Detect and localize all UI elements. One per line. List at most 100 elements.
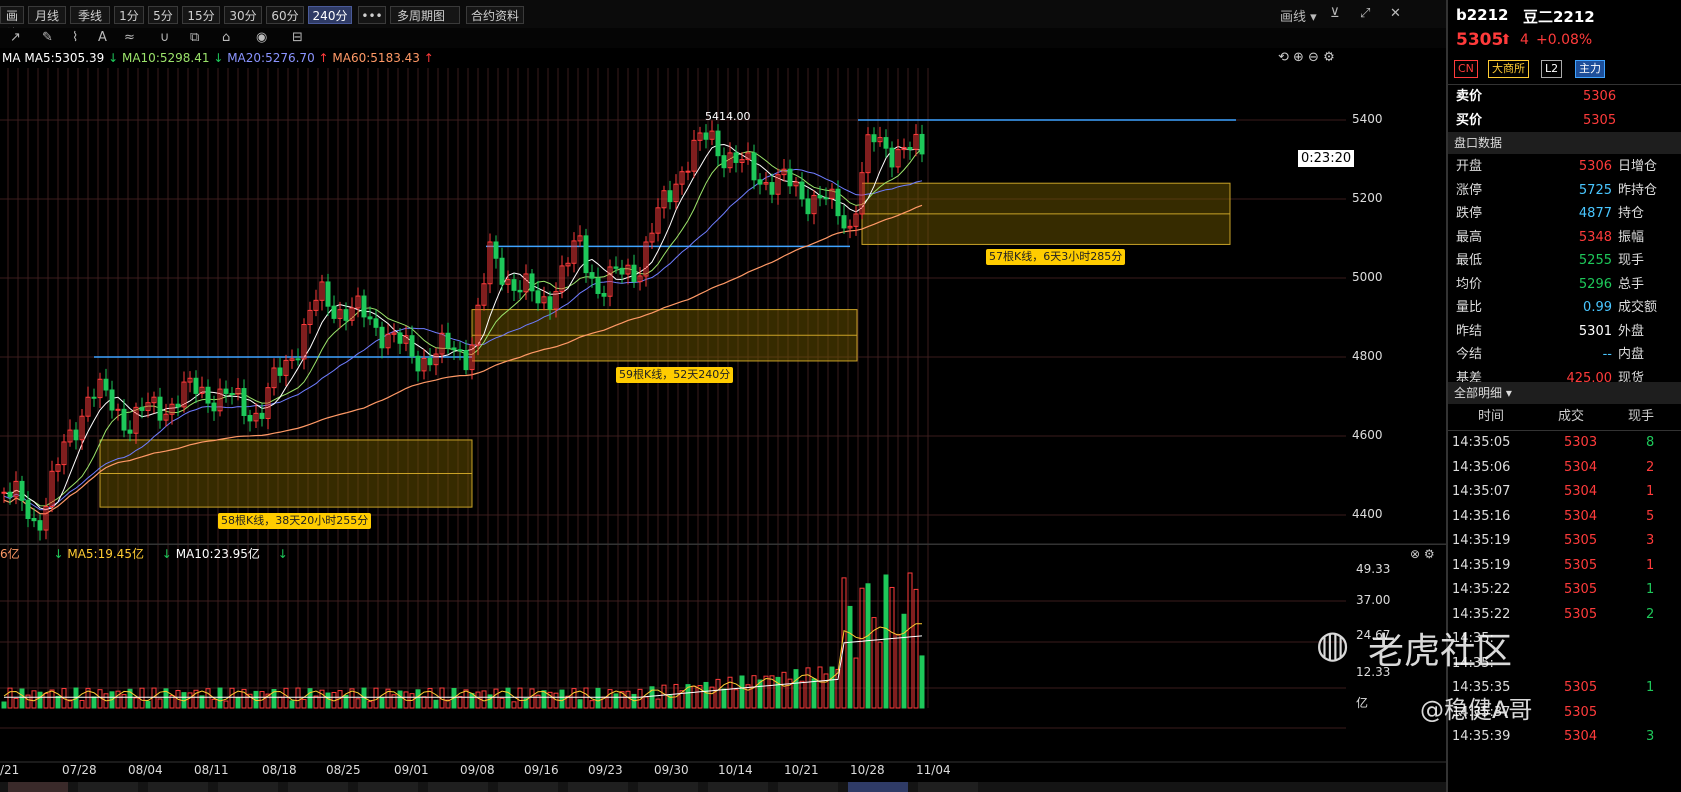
toolbar-item-5[interactable]: 15分: [182, 6, 220, 24]
magnet-icon[interactable]: ∪: [160, 30, 170, 48]
indicator-tab[interactable]: [848, 782, 908, 792]
sell-price: 5306: [1583, 89, 1617, 104]
volume-bar: [793, 669, 799, 709]
text-icon[interactable]: A: [98, 30, 107, 48]
volume-bar: [781, 671, 787, 709]
candle: [841, 215, 847, 229]
candle: [139, 406, 145, 411]
volume-bar: [397, 690, 403, 709]
volume-bar: [19, 688, 25, 709]
indicator-tab[interactable]: [358, 782, 418, 792]
candle: [121, 408, 127, 431]
panel-section-title: 盘口数据: [1448, 132, 1681, 154]
trade-row: 14:35:07 5304 1: [1452, 484, 1655, 499]
toolbar-item-4[interactable]: 5分: [148, 6, 178, 24]
candle: [259, 412, 265, 419]
toolbar-item-1[interactable]: 月线: [28, 6, 66, 24]
volume-bar: [865, 583, 871, 709]
date-tick: 10/28: [850, 763, 885, 777]
volume-bar: [289, 700, 295, 709]
toolbar-item-0[interactable]: 画线: [0, 6, 24, 41]
indicator-tab[interactable]: [778, 782, 838, 792]
date-tick: 10/21: [784, 763, 819, 777]
peak-label: 5414.00: [705, 110, 751, 123]
volume-close-icon[interactable]: ⊗ ⚙: [1410, 545, 1435, 563]
volume-bar: [919, 655, 925, 709]
indicator-tab[interactable]: [638, 782, 698, 792]
buy-price: 5305: [1583, 113, 1617, 128]
candle: [613, 266, 619, 269]
volume-bar: [277, 696, 283, 709]
indicator-tab[interactable]: [918, 782, 978, 792]
candle: [415, 355, 421, 372]
indicator-tab[interactable]: [78, 782, 138, 792]
candle: [127, 429, 133, 434]
toolbar-item-8[interactable]: 240分: [308, 6, 352, 24]
stat-row: 今结 -- 内盘: [1456, 347, 1645, 362]
instrument-tag: CN: [1454, 60, 1478, 78]
volume-bar: [421, 696, 427, 709]
candle: [91, 396, 97, 399]
volume-bar: [811, 678, 817, 709]
toolbar-item-10[interactable]: 多周期图: [390, 6, 460, 24]
detail-section-title[interactable]: 全部明细 ▾: [1448, 382, 1681, 404]
candle: [427, 357, 433, 366]
volume-bar: [37, 691, 43, 709]
tiger-logo-icon: ◍: [1316, 622, 1350, 666]
volume-bar: [367, 701, 373, 709]
indicator-tab[interactable]: [8, 782, 68, 792]
volume-bar: [733, 689, 739, 709]
indicator-tab[interactable]: [218, 782, 278, 792]
date-tick: 09/08: [460, 763, 495, 777]
candle: [529, 273, 535, 292]
price-tick: 4800: [1352, 349, 1383, 363]
instrument-tag: 主力: [1575, 60, 1605, 78]
volume-bar: [313, 695, 319, 709]
ma20-value: MA20:5276.70: [227, 51, 315, 65]
date-tick: 08/11: [194, 763, 229, 777]
ma60-value: MA60:5183.43: [332, 51, 420, 65]
delete-icon[interactable]: ⊟: [292, 30, 303, 48]
volume-bar: [187, 692, 193, 709]
indicator-tab[interactable]: [428, 782, 488, 792]
toolbar-item-11[interactable]: 合约资料: [466, 6, 524, 24]
indicator-tab[interactable]: [708, 782, 768, 792]
eye-icon[interactable]: ◉: [256, 30, 267, 48]
volume-bar: [97, 689, 103, 709]
volume-tick: 49.33: [1356, 562, 1391, 576]
measure-icon[interactable]: ≈: [124, 30, 135, 48]
pin-icon[interactable]: ⊻: [1330, 6, 1340, 24]
indicator-tabs[interactable]: [0, 782, 1446, 792]
toolbar-item-9[interactable]: •••: [358, 6, 386, 24]
indicator-tab[interactable]: [498, 782, 558, 792]
toolbar-item-7[interactable]: 60分: [266, 6, 304, 24]
indicator-tab[interactable]: [288, 782, 348, 792]
stat-row: 昨结 5301 外盘: [1456, 323, 1645, 339]
toolbar-item-3[interactable]: 1分: [114, 6, 144, 24]
volume-bar: [607, 689, 613, 709]
toolbar-item-2[interactable]: 季线: [70, 6, 110, 24]
countdown-label: 0:23:20: [1298, 150, 1355, 167]
trend-icon[interactable]: ↗: [10, 30, 21, 48]
toolbar-item-6[interactable]: 30分: [224, 6, 262, 24]
volume-bar: [661, 684, 667, 709]
volume-bar: [1, 701, 7, 709]
candle: [325, 281, 331, 307]
draw-dropdown[interactable]: 画线 ▾: [1280, 6, 1317, 25]
volume-bar: [517, 687, 523, 709]
chart-controls[interactable]: ⟲ ⊕ ⊖ ⚙: [1278, 48, 1335, 68]
volume-bar: [559, 689, 565, 709]
expand-icon[interactable]: ⤢: [1360, 6, 1370, 24]
kline-chart[interactable]: [0, 68, 1446, 778]
indicator-tab[interactable]: [568, 782, 628, 792]
close-icon[interactable]: ✕: [1390, 6, 1401, 24]
indicator-tab[interactable]: [148, 782, 208, 792]
lock-icon[interactable]: ⌂: [222, 30, 230, 48]
brush-icon[interactable]: ⌇: [72, 30, 78, 48]
volume-bar: [853, 657, 859, 709]
candle: [595, 277, 601, 294]
pen-icon[interactable]: ✎: [42, 30, 53, 48]
price-change-pct: +0.08%: [1536, 32, 1593, 48]
volume-bar: [721, 688, 727, 709]
copy-icon[interactable]: ⧉: [190, 30, 199, 48]
